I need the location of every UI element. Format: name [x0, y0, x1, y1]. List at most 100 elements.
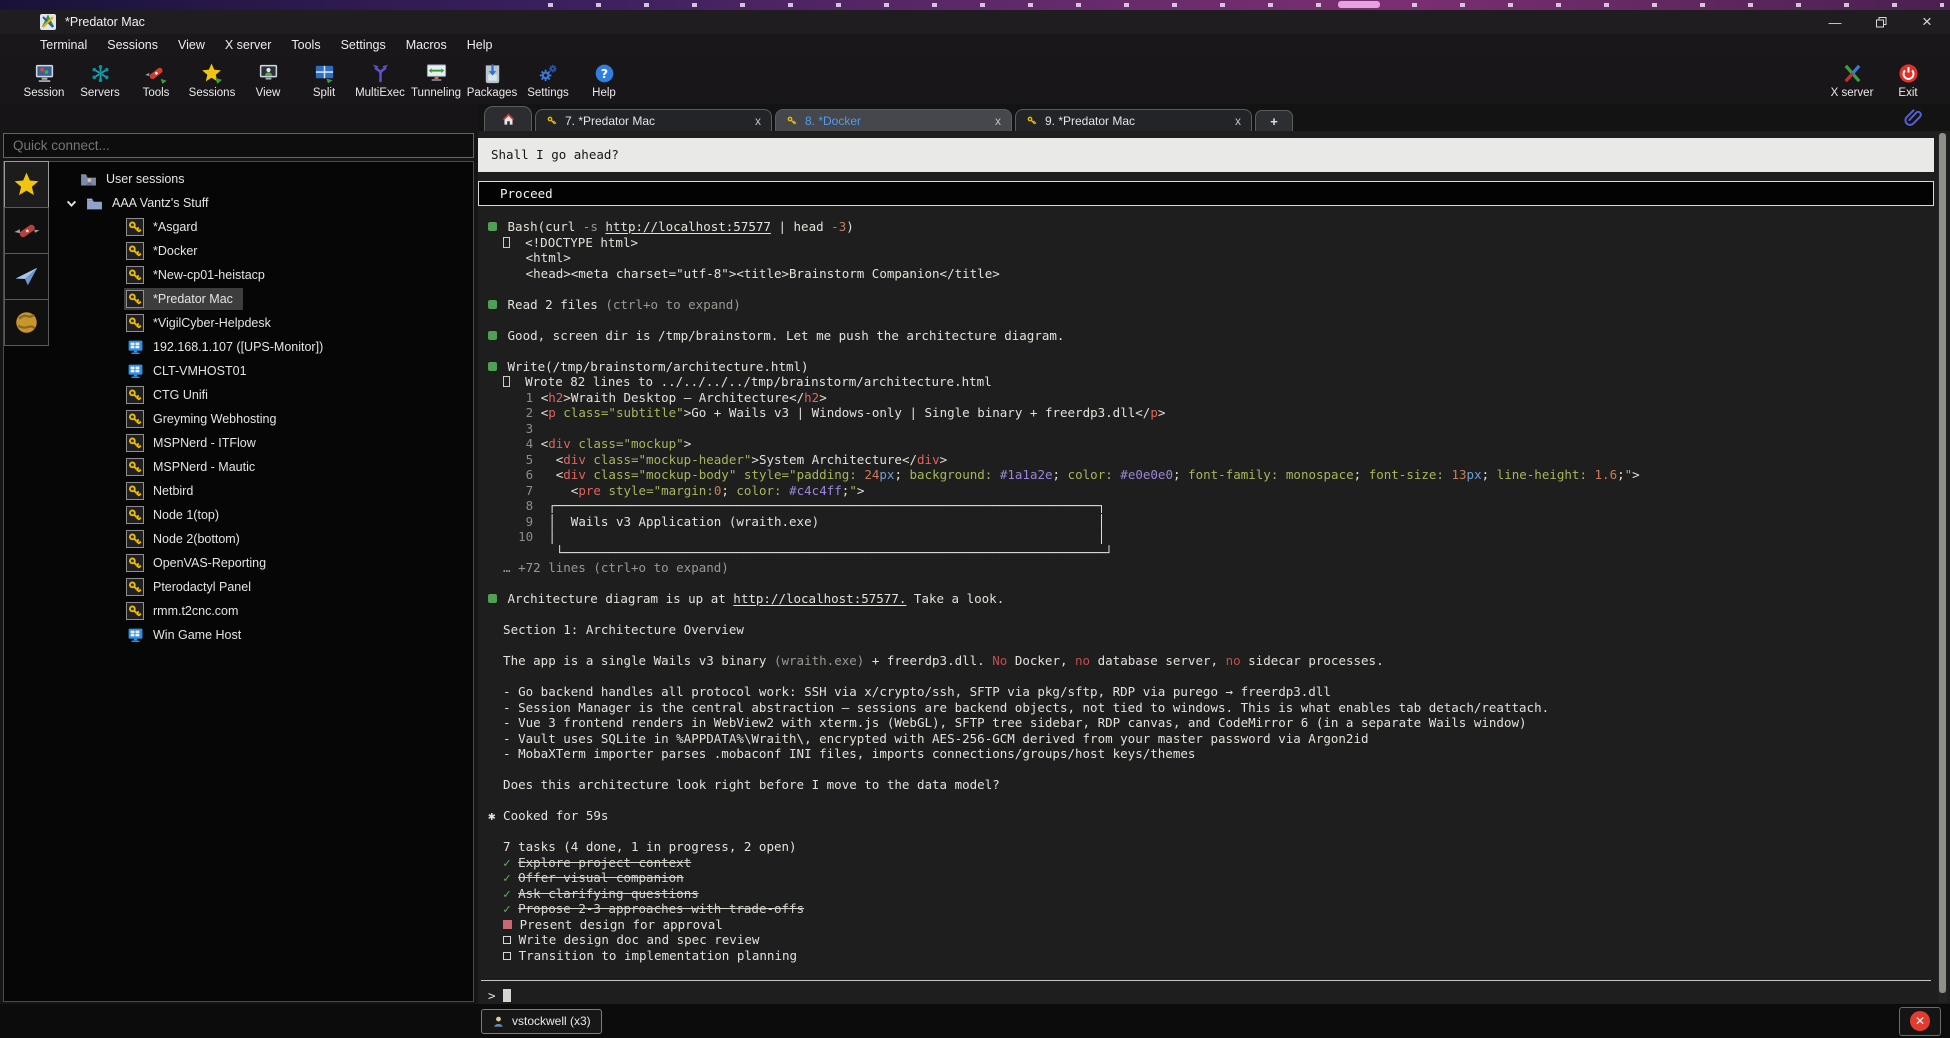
- session-item-vigilcyber-helpdesk[interactable]: *VigilCyber-Helpdesk: [53, 311, 473, 335]
- terminal-line: - MobaXTerm importer parses .mobaconf IN…: [478, 746, 1934, 762]
- sidebar-tab-strip: [4, 162, 50, 1001]
- toolbar-button-label: MultiExec: [355, 87, 405, 99]
- terminal-area[interactable]: Shall I go ahead?Proceed Bash(curl -s ht…: [478, 131, 1950, 1004]
- tab-9-predator-mac[interactable]: 9. *Predator Mac x: [1015, 109, 1252, 131]
- scrollbar-thumb[interactable]: [1939, 133, 1946, 993]
- tab-close-icon[interactable]: x: [755, 114, 761, 128]
- toolbar-button-session[interactable]: Session: [16, 62, 72, 99]
- toolbar-button-view[interactable]: View: [240, 62, 296, 99]
- session-item-aaa-vantz-s-stuff[interactable]: AAA Vantz's Stuff: [53, 191, 473, 215]
- tab-home[interactable]: [484, 106, 532, 131]
- chevron-down-icon[interactable]: [65, 197, 78, 210]
- terminal-line: [478, 824, 1934, 840]
- prompt-line[interactable]: >: [478, 984, 1934, 1004]
- restore-icon: [1876, 17, 1887, 28]
- sidebar-strip-sessions-star[interactable]: [4, 161, 49, 208]
- session-item-clt-vmhost01[interactable]: CLT-VMHOST01: [53, 359, 473, 383]
- session-item-192-168-1-107-ups-monitor[interactable]: 192.168.1.107 ([UPS-Monitor]): [53, 335, 473, 359]
- kill-terminal-button[interactable]: ✕: [1899, 1007, 1941, 1036]
- toolbar-button-exit[interactable]: Exit: [1880, 62, 1936, 99]
- key-icon: [126, 578, 144, 596]
- toolbar-button-x-server[interactable]: X server: [1824, 62, 1880, 99]
- key-icon: [126, 386, 144, 404]
- session-item-docker[interactable]: *Docker: [53, 239, 473, 263]
- terminal-scrollbar[interactable]: [1938, 133, 1947, 1002]
- tab-close-icon[interactable]: x: [995, 114, 1001, 128]
- toolbar-button-sessions[interactable]: Sessions: [184, 62, 240, 99]
- terminal-line: Does this architecture look right before…: [478, 777, 1934, 793]
- title-bar: *Predator Mac — ×: [0, 10, 1950, 34]
- tab-8-docker[interactable]: 8. *Docker x: [775, 109, 1012, 131]
- window-restore-button[interactable]: [1858, 10, 1904, 34]
- session-item-pterodactyl-panel[interactable]: Pterodactyl Panel: [53, 575, 473, 599]
- session-item-mspnerd-mautic[interactable]: MSPNerd - Mautic: [53, 455, 473, 479]
- session-tree: User sessionsAAA Vantz's Stuff*Asgard *Do…: [53, 167, 473, 1001]
- menu-item-x-server[interactable]: X server: [215, 36, 282, 54]
- session-item-new-cp01-heistacp[interactable]: *New-cp01-heistacp: [53, 263, 473, 287]
- menu-item-macros[interactable]: Macros: [396, 36, 457, 54]
- session-item-win-game-host[interactable]: Win Game Host: [53, 623, 473, 647]
- tab-7-predator-mac[interactable]: 7. *Predator Mac x: [535, 109, 772, 131]
- status-session-tab[interactable]: vstockwell (x3): [481, 1009, 602, 1034]
- terminal-line: Wrote 82 lines to ../../../../tmp/brains…: [478, 374, 1934, 390]
- tool-bullet-icon: [488, 222, 497, 231]
- session-item-label: *Docker: [153, 244, 197, 258]
- session-item-predator-mac[interactable]: *Predator Mac: [53, 287, 473, 311]
- toolbar-button-help[interactable]: ?Help: [576, 62, 632, 99]
- toolbar-button-label: Tunneling: [411, 87, 461, 99]
- task-open-icon: [503, 936, 511, 944]
- sidebar-strip-tools-knife[interactable]: [4, 207, 49, 254]
- menu-item-help[interactable]: Help: [457, 36, 503, 54]
- session-item-asgard[interactable]: *Asgard: [53, 215, 473, 239]
- proceed-option[interactable]: Proceed: [478, 181, 1934, 207]
- session-item-rmm-t2cnc-com[interactable]: rmm.t2cnc.com: [53, 599, 473, 623]
- session-item-node-2-bottom[interactable]: Node 2(bottom): [53, 527, 473, 551]
- toolbar-button-packages[interactable]: Packages: [464, 62, 520, 99]
- session-item-label: 192.168.1.107 ([UPS-Monitor]): [153, 340, 323, 354]
- sidebar-strip-web-globe[interactable]: [4, 299, 49, 346]
- terminal-line: <head><meta charset="utf-8"><title>Brain…: [478, 266, 1934, 282]
- terminal-line: <!DOCTYPE html>: [478, 235, 1934, 251]
- toolbar-button-settings[interactable]: Settings: [520, 62, 576, 99]
- session-item-openvas-reporting[interactable]: OpenVAS-Reporting: [53, 551, 473, 575]
- session-item-ctg-unifi[interactable]: CTG Unifi: [53, 383, 473, 407]
- toolbar-button-label: Exit: [1898, 87, 1917, 99]
- tab-close-icon[interactable]: x: [1235, 114, 1241, 128]
- sidebar-strip-send-plane[interactable]: [4, 253, 49, 300]
- missing-glyph-box: [503, 237, 510, 248]
- toolbar-button-label: Tools: [143, 87, 170, 99]
- menu-item-sessions[interactable]: Sessions: [97, 36, 168, 54]
- toolbar-button-label: Session: [24, 87, 65, 99]
- menu-item-view[interactable]: View: [168, 36, 215, 54]
- window-minimize-button[interactable]: —: [1812, 10, 1858, 34]
- toolbar-button-tools[interactable]: Tools: [128, 62, 184, 99]
- session-item-mspnerd-itflow[interactable]: MSPNerd - ITFlow: [53, 431, 473, 455]
- terminal-line: - Session Manager is the central abstrac…: [478, 700, 1934, 716]
- terminal-line: [478, 343, 1934, 359]
- session-item-label: MSPNerd - ITFlow: [153, 436, 256, 450]
- session-item-node-1-top[interactable]: Node 1(top): [53, 503, 473, 527]
- toolbar-button-multiexec[interactable]: MultiExec: [352, 62, 408, 99]
- window-close-button[interactable]: ×: [1904, 10, 1950, 34]
- task-done-check-icon: ✓: [503, 886, 511, 901]
- terminal-line: Present design for approval: [478, 917, 1934, 933]
- session-item-netbird[interactable]: Netbird: [53, 479, 473, 503]
- toolbar-button-label: Settings: [527, 87, 569, 99]
- session-item-user-sessions[interactable]: User sessions: [53, 167, 473, 191]
- new-tab-button[interactable]: +: [1255, 110, 1293, 131]
- toolbar-button-servers[interactable]: Servers: [72, 62, 128, 99]
- menu-item-settings[interactable]: Settings: [331, 36, 396, 54]
- terminal-line: 9 │ Wails v3 Application (wraith.exe) │: [478, 514, 1934, 530]
- attachments-paperclip-icon[interactable]: [1903, 107, 1924, 128]
- toolbar-button-tunneling[interactable]: Tunneling: [408, 62, 464, 99]
- menu-item-tools[interactable]: Tools: [281, 36, 330, 54]
- quick-connect-input[interactable]: [3, 133, 474, 158]
- terminal-line: … +72 lines (ctrl+o to expand): [478, 560, 1934, 576]
- terminal-tab-bar: 7. *Predator Mac x 8. *Docker x 9. *Pred…: [478, 104, 1950, 132]
- session-item-greyming-webhosting[interactable]: Greyming Webhosting: [53, 407, 473, 431]
- terminal-line: Write design doc and spec review: [478, 932, 1934, 948]
- toolbar-button-label: Servers: [80, 87, 120, 99]
- menu-item-terminal[interactable]: Terminal: [30, 36, 97, 54]
- toolbar-button-split[interactable]: Split: [296, 62, 352, 99]
- sidebar: User sessionsAAA Vantz's Stuff*Asgard *Do…: [0, 104, 478, 1004]
